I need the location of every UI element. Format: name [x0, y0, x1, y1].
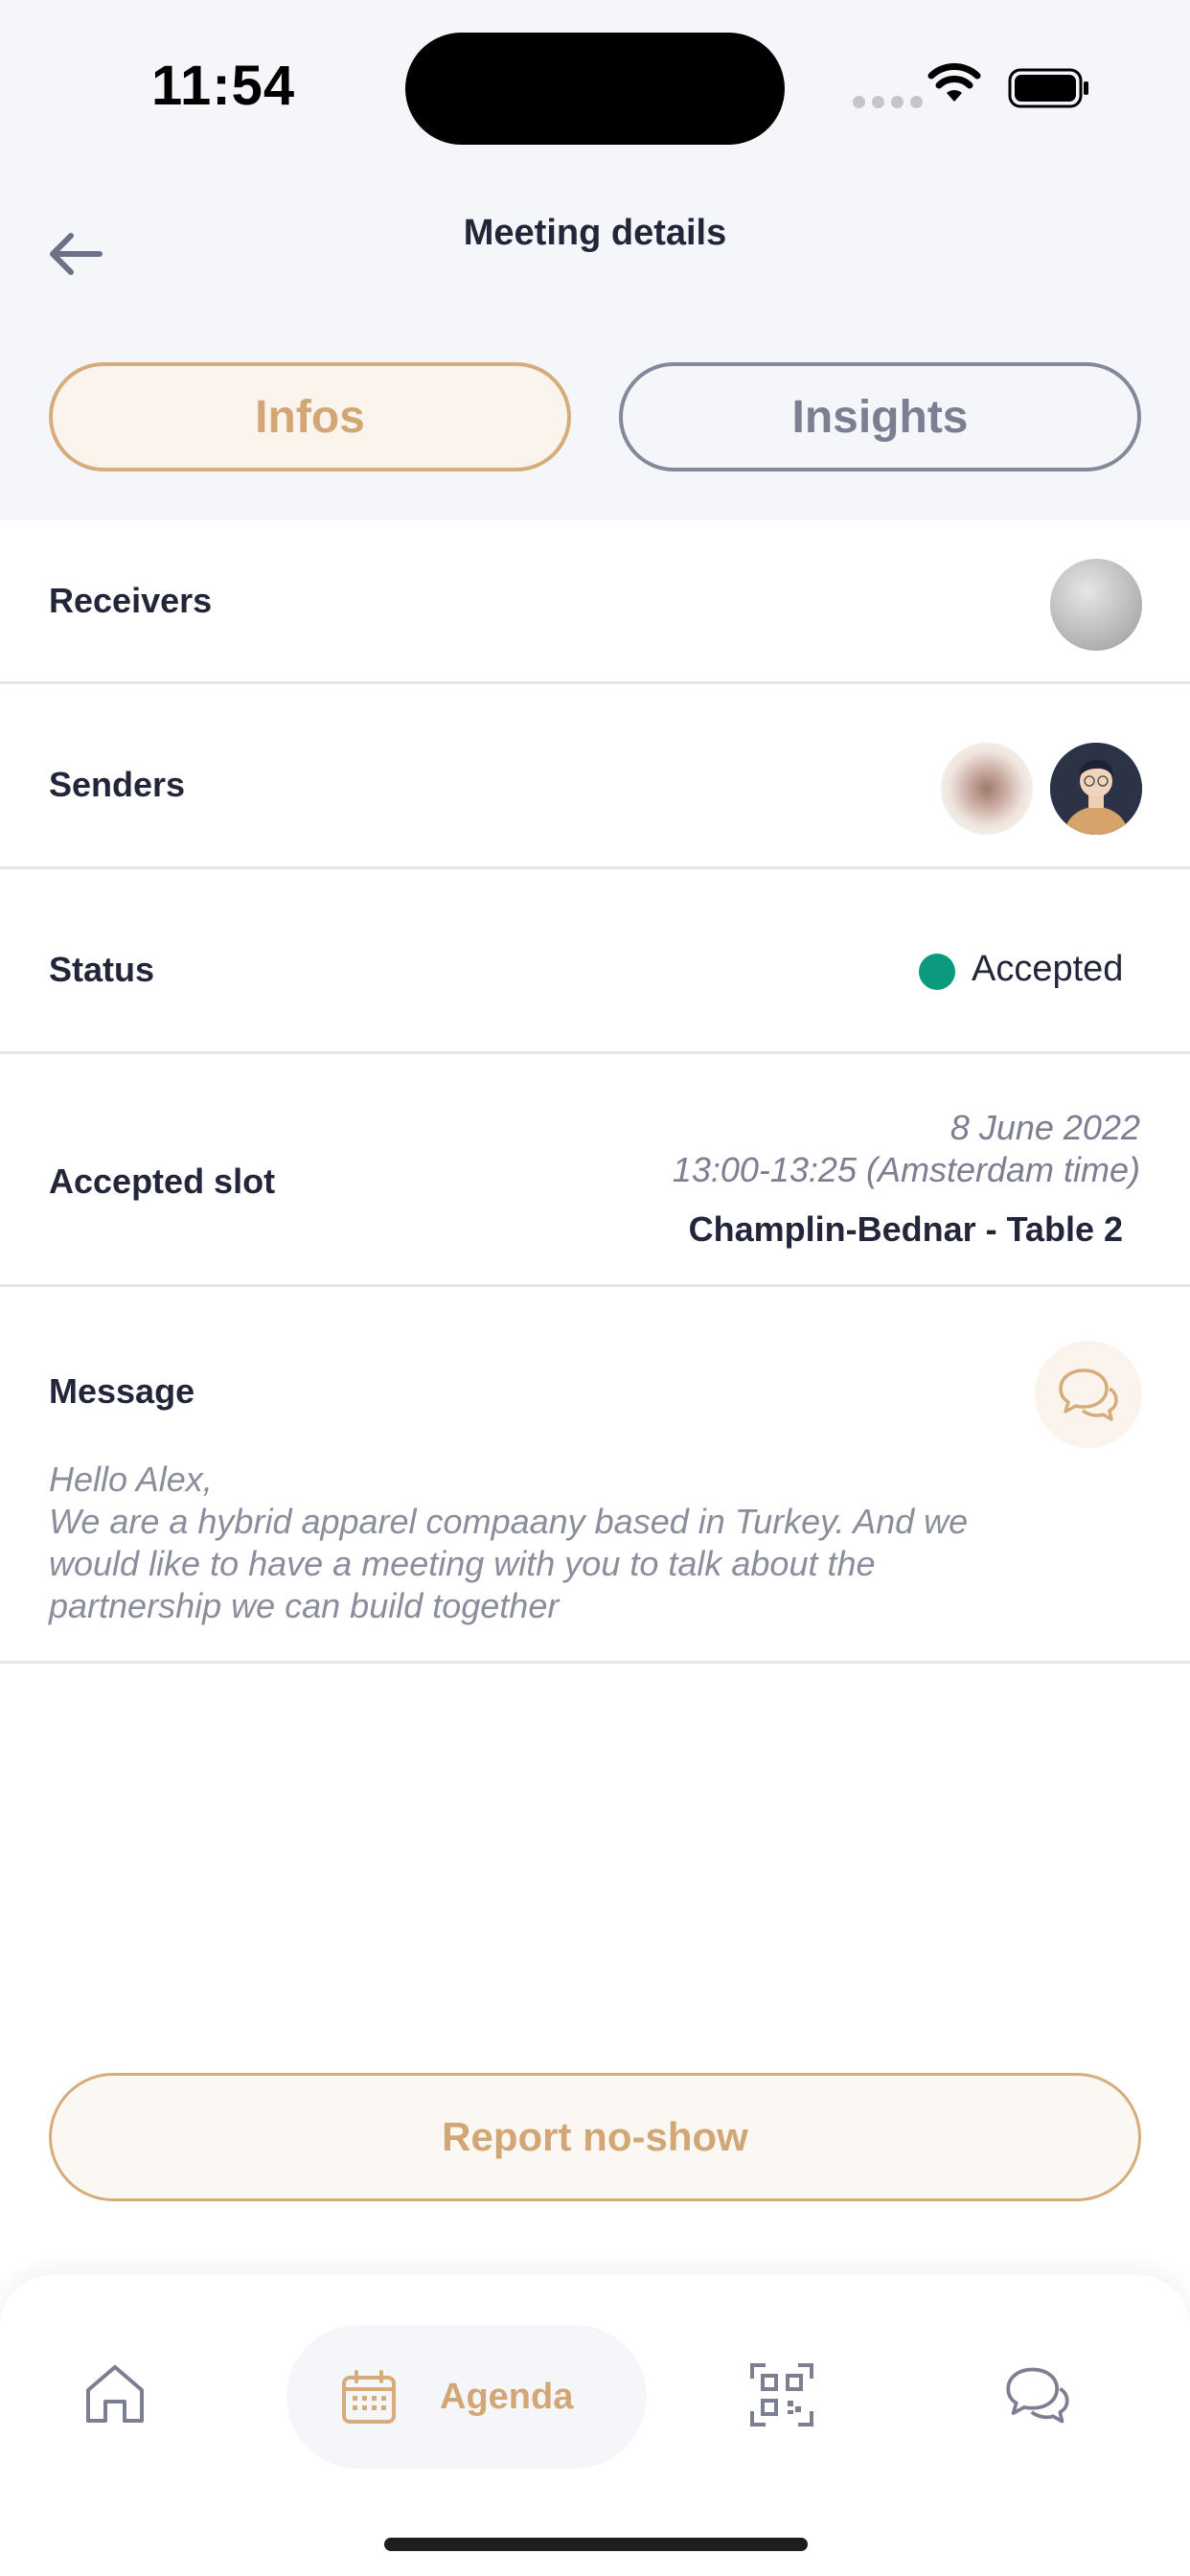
receivers-label: Receivers: [49, 581, 213, 620]
tab-infos[interactable]: Infos: [49, 362, 571, 472]
bottom-navigation: Agenda: [0, 2275, 1190, 2576]
chat-icon: [1059, 1368, 1118, 1421]
slot-date: 8 June 2022: [950, 1108, 1140, 1147]
sender-avatar-illustration: [1050, 743, 1142, 835]
calendar-icon: [342, 2370, 396, 2424]
nav-messages[interactable]: [1004, 2363, 1071, 2431]
message-text: Hello Alex, We are a hybrid apparel comp…: [49, 1459, 1122, 1627]
status-time: 11:54: [151, 55, 296, 117]
home-indicator[interactable]: [384, 2538, 808, 2551]
status-indicator-dot: [919, 954, 955, 990]
nav-agenda-label: Agenda: [440, 2376, 574, 2417]
receiver-avatar[interactable]: [1050, 559, 1142, 651]
sender-avatar[interactable]: [941, 743, 1033, 835]
tab-insights[interactable]: Insights: [619, 362, 1141, 472]
dynamic-island: [405, 33, 785, 145]
report-no-show-button[interactable]: Report no-show: [49, 2073, 1141, 2201]
senders-label: Senders: [49, 765, 186, 804]
battery-icon: [1008, 68, 1088, 108]
chat-icon: [1006, 2367, 1069, 2424]
slot-time: 13:00-13:25 (Amsterdam time): [672, 1150, 1140, 1189]
open-chat-button[interactable]: [1035, 1341, 1142, 1448]
message-line: Hello Alex,: [49, 1460, 213, 1499]
home-icon: [86, 2365, 144, 2423]
wifi-icon: [927, 63, 981, 102]
page-title: Meeting details: [463, 213, 727, 253]
nav-qr-scanner[interactable]: [750, 2363, 813, 2431]
sender-avatar[interactable]: [1050, 743, 1142, 835]
nav-home[interactable]: [82, 2361, 148, 2431]
cellular-signal-icon: [853, 96, 923, 108]
slot-location: Champlin-Bednar - Table 2: [688, 1209, 1123, 1249]
qr-code-icon: [750, 2363, 813, 2426]
message-line: partnership we can build together: [49, 1586, 560, 1625]
status-label: Status: [49, 950, 155, 989]
accepted-slot-label: Accepted slot: [49, 1162, 276, 1201]
receivers-row: Receivers: [0, 520, 1190, 684]
message-label: Message: [49, 1371, 195, 1411]
status-value: Accepted: [972, 949, 1124, 989]
nav-agenda[interactable]: Agenda: [286, 2325, 647, 2469]
message-line: We are a hybrid apparel compaany based i…: [49, 1502, 969, 1541]
message-line: would like to have a meeting with you to…: [49, 1544, 876, 1583]
